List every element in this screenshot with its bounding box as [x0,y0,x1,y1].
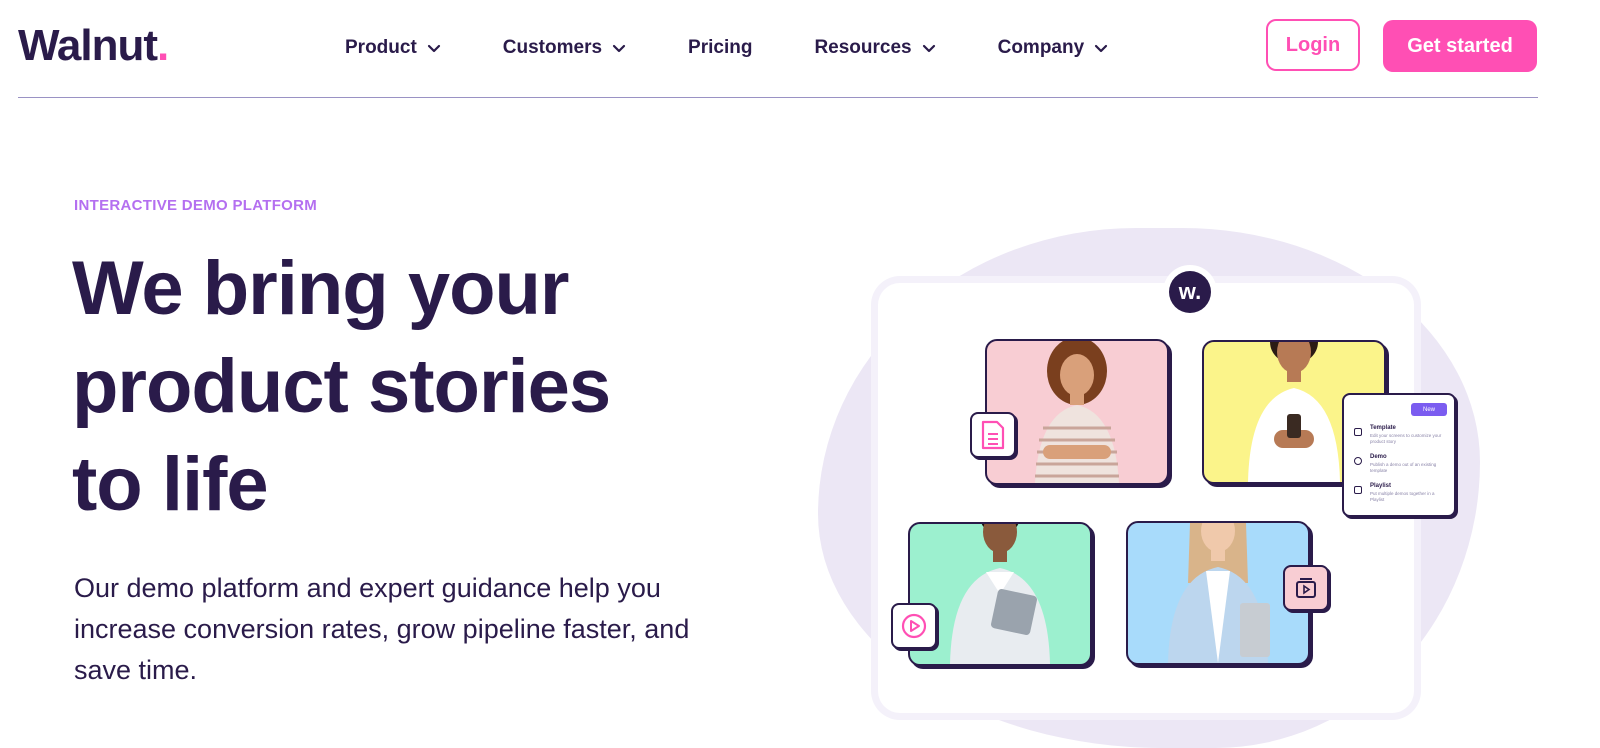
hero-eyebrow: INTERACTIVE DEMO PLATFORM [74,197,318,214]
login-button[interactable]: Login [1266,19,1360,71]
create-menu-panel: New Template Edit your screens to custom… [1342,393,1456,517]
nav-item-product[interactable]: Product [345,37,441,59]
main-menu: Product Customers Pricing Resources Comp… [345,30,1170,66]
walnut-badge-icon: w. [1169,271,1211,313]
panel-row-template: Template Edit your screens to customize … [1354,425,1446,449]
person-card-woman-curly-hair [985,339,1169,485]
chevron-down-icon [1095,44,1108,53]
nav-item-company[interactable]: Company [998,37,1109,59]
panel-row-desc: Publish a demo out of an existing templa… [1370,462,1437,473]
panel-row-demo: Demo Publish a demo out of an existing t… [1354,454,1446,478]
nav-item-customers[interactable]: Customers [503,37,626,59]
chevron-down-icon [612,44,626,53]
logo-text: Walnut [18,21,158,70]
panel-row-title: Template [1370,425,1396,431]
panel-row-title: Playlist [1370,483,1392,489]
person-photo [950,524,1050,664]
nav-item-label: Resources [814,37,912,58]
panel-row-playlist: Playlist Put multiple demos together in … [1354,483,1446,507]
layers-icon [1354,428,1362,436]
document-icon [970,412,1016,458]
play-circle-icon [1354,457,1362,465]
headline-line: to life [72,442,269,527]
play-icon [891,603,937,649]
panel-row-title: Demo [1370,454,1387,460]
chevron-down-icon [922,44,935,53]
new-button-label: New [1422,406,1435,413]
panel-row-desc: Edit your screens to customize your prod… [1370,433,1442,444]
nav-item-pricing[interactable]: Pricing [688,37,752,59]
nav-item-label: Product [345,37,417,58]
walnut-logo[interactable]: Walnut. [18,21,169,70]
person-photo [1248,342,1340,482]
person-photo [1035,341,1119,483]
nav-item-resources[interactable]: Resources [814,37,935,59]
video-box-icon [1283,565,1329,611]
panel-row-desc: Put multiple demos together in a Playlis… [1370,491,1435,502]
headline-line: product stories [72,344,611,429]
nav-item-label: Customers [502,37,603,58]
hero-headline: We bring your product stories to life [72,240,772,534]
playlist-icon [1354,486,1362,494]
new-button: New [1411,403,1447,416]
get-started-button[interactable]: Get started [1383,20,1537,72]
logo-dot: . [157,21,169,70]
person-photo [1168,523,1270,663]
header-divider [18,97,1538,98]
chevron-down-icon [427,44,440,53]
nav-item-label: Company [997,37,1085,58]
top-navigation: Walnut. Product Customers Pricing Resour… [0,0,1600,98]
headline-line: We bring your [72,246,570,331]
nav-item-label: Pricing [688,37,753,58]
hero-subtext: Our demo platform and expert guidance he… [74,573,690,685]
